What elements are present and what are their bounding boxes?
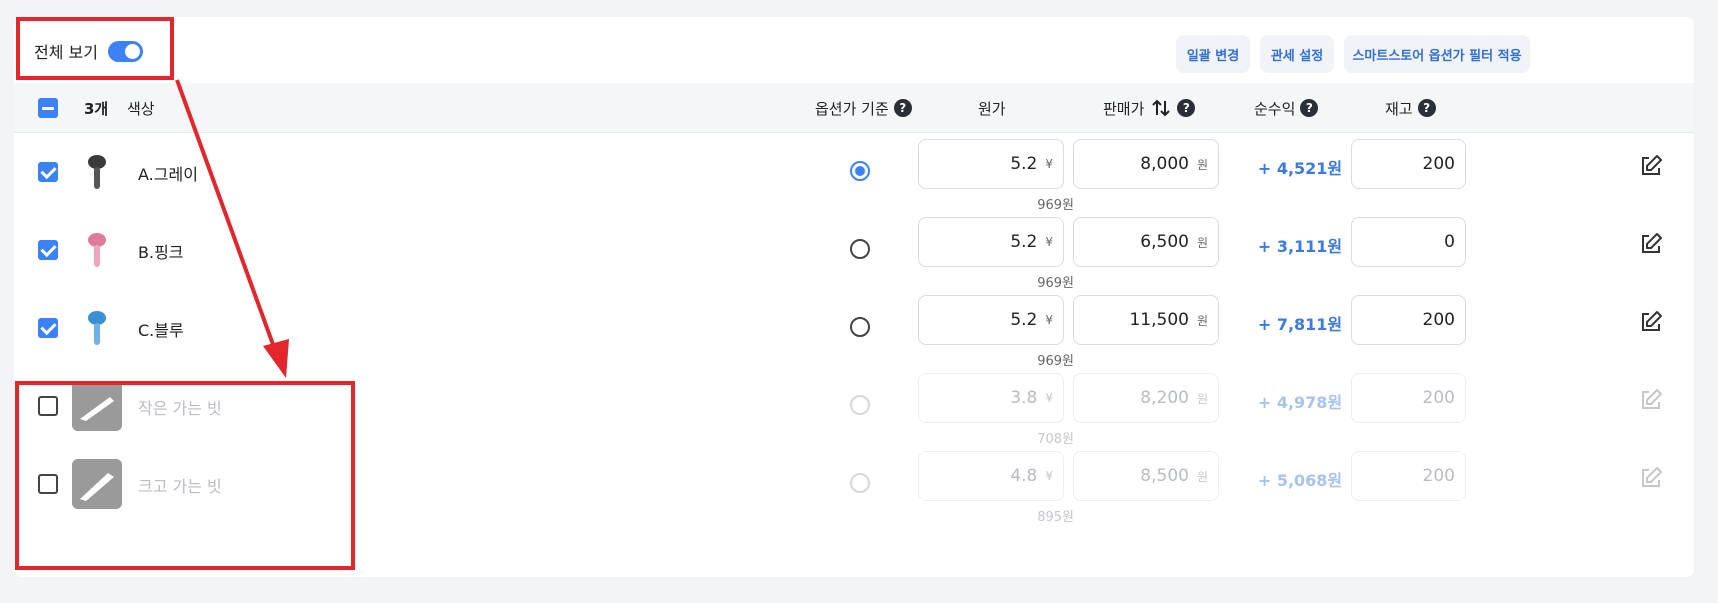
annotation-arrow	[175, 79, 289, 378]
